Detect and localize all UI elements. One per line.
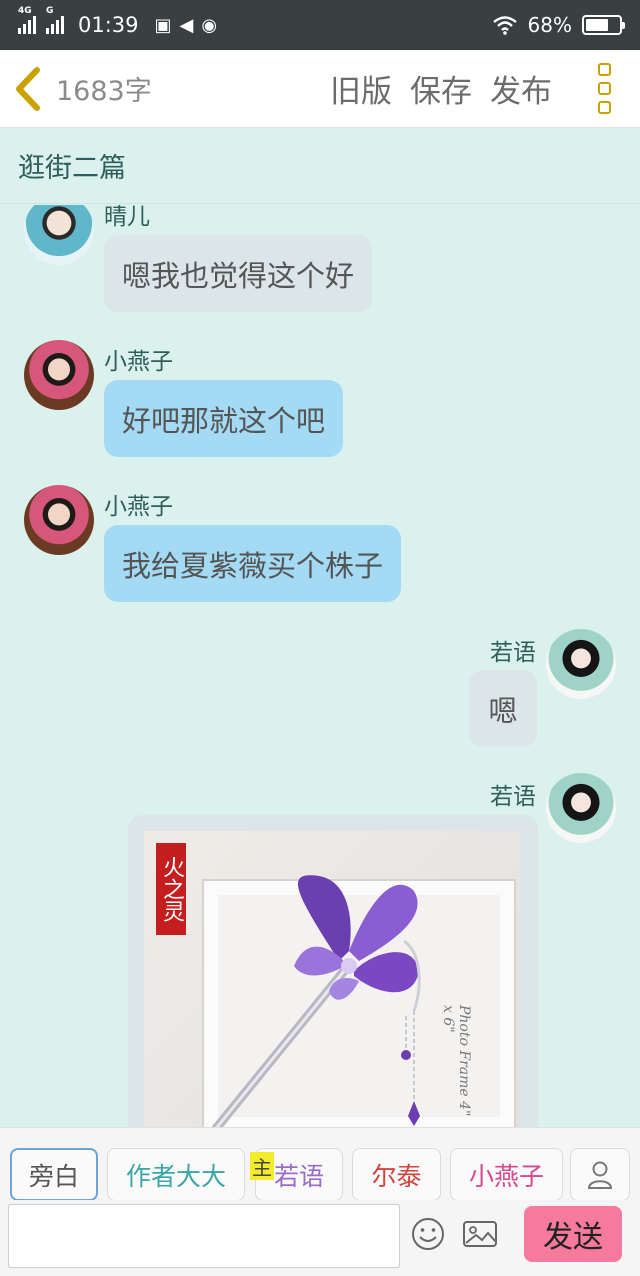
avatar-xiaoyanzi[interactable] — [24, 340, 94, 410]
mute-icon: ◀ — [179, 14, 194, 36]
battery-icon — [582, 15, 625, 35]
emoji-button[interactable] — [408, 1214, 448, 1254]
avatar-ruoyu[interactable] — [546, 773, 616, 843]
speaker-name: 若语 — [490, 784, 536, 810]
speaker-name: 若语 — [490, 640, 536, 666]
battery-fill — [586, 19, 608, 31]
avatar-ruoyu[interactable] — [546, 629, 616, 699]
input-bar: 发送 — [0, 1200, 640, 1276]
publish-button[interactable]: 发布 — [490, 66, 552, 111]
add-character-button[interactable] — [570, 1148, 630, 1201]
more-dot-icon — [597, 101, 611, 114]
editor-header: 1683字 旧版 保存 发布 — [0, 50, 640, 128]
globe-icon: ◉ — [201, 14, 218, 36]
chip-ertai[interactable]: 尔泰 — [352, 1148, 441, 1201]
more-dot-icon — [597, 63, 611, 76]
cellular-signal-2-icon: G — [46, 6, 64, 34]
main-character-badge: 主 — [250, 1152, 274, 1180]
wifi-icon — [492, 16, 517, 35]
cellular-signal-icon: 4G — [18, 6, 36, 34]
butterfly-hairpin-image — [211, 875, 421, 1127]
speaker-name: 小燕子 — [104, 494, 173, 520]
clock: 01:39 — [78, 13, 139, 37]
message-input[interactable] — [8, 1204, 400, 1268]
person-icon — [587, 1161, 613, 1189]
send-button[interactable]: 发送 — [524, 1206, 622, 1262]
more-menu-button[interactable] — [582, 50, 626, 128]
image-message-bubble[interactable]: Photo Frame 4" x 6" 火之灵 — [128, 815, 538, 1127]
image-button[interactable] — [460, 1214, 500, 1254]
message-bubble[interactable]: 嗯我也觉得这个好 — [104, 235, 373, 312]
hairpin-photo[interactable]: Photo Frame 4" x 6" 火之灵 — [144, 831, 520, 1127]
more-dot-icon — [597, 82, 611, 95]
chip-xiaoyanzi[interactable]: 小燕子 — [450, 1148, 563, 1201]
speaker-name: 小燕子 — [104, 349, 173, 375]
image-icon — [463, 1221, 497, 1247]
chip-author[interactable]: 作者大大 — [107, 1148, 245, 1201]
back-button[interactable] — [0, 50, 56, 128]
message-bubble[interactable]: 嗯 — [469, 670, 537, 747]
chevron-left-icon — [16, 66, 40, 111]
chip-narration[interactable]: 旁白 — [10, 1148, 98, 1201]
battery-percent: 68% — [527, 13, 572, 37]
smiley-icon — [412, 1218, 444, 1250]
notification-icon: ▣ — [154, 14, 172, 36]
speaker-name: 晴儿 — [104, 205, 150, 230]
avatar-xiaoyanzi[interactable] — [24, 485, 94, 555]
word-count: 1683字 — [56, 76, 152, 107]
message-bubble[interactable]: 好吧那就这个吧 — [104, 380, 344, 457]
chat-area[interactable]: 晴儿 嗯我也觉得这个好 小燕子 好吧那就这个吧 小燕子 我给夏紫薇买个株子 若语… — [0, 205, 640, 1127]
chapter-title[interactable]: 逛街二篇 — [0, 128, 640, 204]
character-selector-bar: 旁白 作者大大 若语 主 尔泰 小燕子 — [0, 1127, 640, 1201]
avatar-qinger[interactable] — [24, 205, 94, 265]
old-version-button[interactable]: 旧版 — [330, 66, 392, 111]
save-button[interactable]: 保存 — [410, 66, 472, 111]
message-bubble[interactable]: 我给夏紫薇买个株子 — [104, 525, 402, 602]
status-bar: 4G G 01:39 ▣ ◀ ◉ 68% — [0, 0, 640, 50]
